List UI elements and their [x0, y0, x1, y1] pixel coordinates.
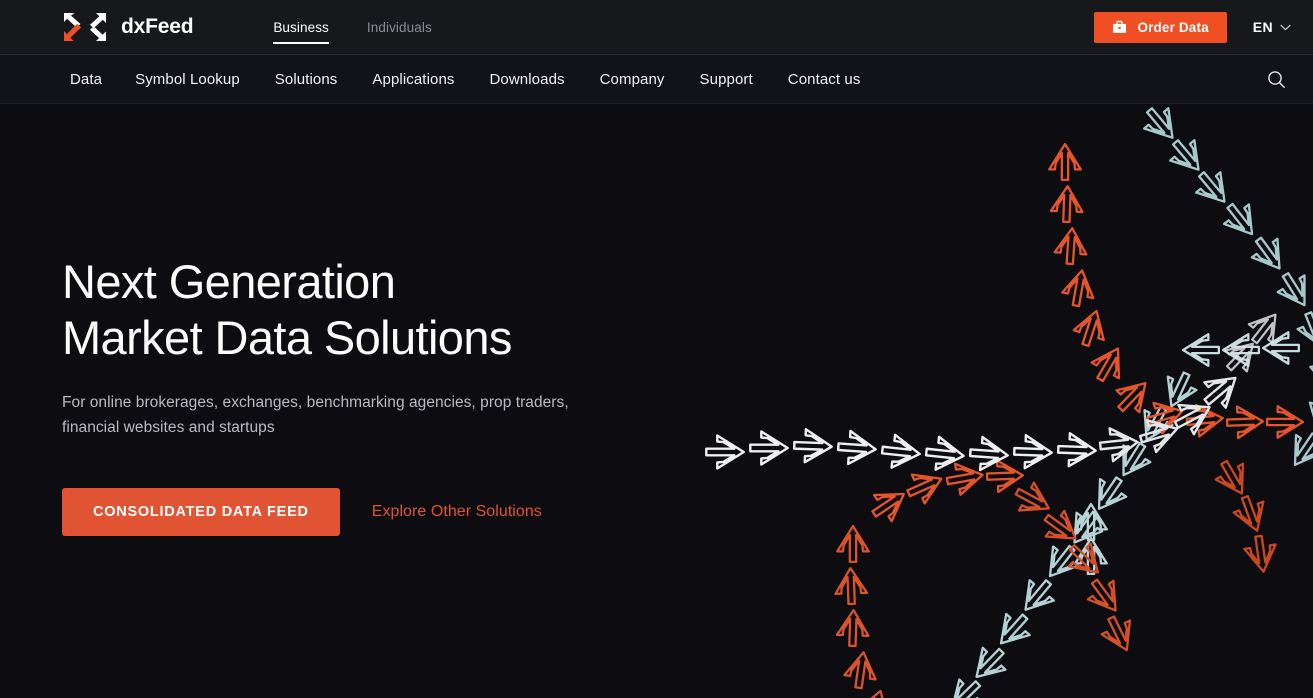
brand-name: dxFeed — [121, 15, 194, 38]
order-data-label: Order Data — [1137, 19, 1209, 35]
hero-actions: CONSOLIDATED DATA FEED Explore Other Sol… — [62, 488, 662, 537]
hero-title: Next Generation Market Data Solutions — [62, 254, 662, 366]
language-selector[interactable]: EN — [1253, 19, 1291, 35]
top-header-bar: dxFeed Business Individuals Order Data E… — [0, 0, 1313, 55]
main-navigation-bar: Data Symbol Lookup Solutions Application… — [0, 55, 1313, 104]
arrow-chain-graphic — [693, 104, 1313, 698]
nav-item-solutions[interactable]: Solutions — [275, 71, 373, 88]
nav-item-company[interactable]: Company — [600, 71, 700, 88]
explore-other-solutions-link[interactable]: Explore Other Solutions — [372, 503, 542, 521]
briefcase-icon — [1112, 20, 1127, 34]
hero-title-line-2: Market Data Solutions — [62, 310, 512, 364]
consolidated-data-feed-button[interactable]: CONSOLIDATED DATA FEED — [62, 488, 340, 537]
brand-logo-link[interactable]: dxFeed — [62, 11, 194, 43]
chevron-down-icon — [1280, 24, 1291, 31]
hero-section: Next Generation Market Data Solutions Fo… — [0, 104, 1313, 698]
hero-title-line-1: Next Generation — [62, 254, 396, 308]
top-header-right-group: Order Data EN — [1094, 11, 1291, 43]
nav-item-applications[interactable]: Applications — [372, 71, 489, 88]
search-button[interactable] — [1261, 64, 1291, 94]
language-code: EN — [1252, 19, 1273, 35]
nav-item-symbol-lookup[interactable]: Symbol Lookup — [135, 71, 275, 88]
hero-subtitle: For online brokerages, exchanges, benchm… — [62, 393, 569, 436]
search-icon — [1267, 70, 1286, 89]
audience-tab-individuals[interactable]: Individuals — [367, 0, 432, 54]
order-data-button[interactable]: Order Data — [1094, 11, 1227, 43]
nav-item-data[interactable]: Data — [62, 71, 135, 88]
audience-tabs: Business Individuals — [273, 0, 432, 54]
main-nav-list: Data Symbol Lookup Solutions Application… — [62, 71, 895, 88]
nav-item-support[interactable]: Support — [700, 71, 788, 88]
audience-tab-business[interactable]: Business — [273, 0, 329, 54]
dxfeed-arrows-logo-icon — [62, 11, 108, 43]
hero-copy-block: Next Generation Market Data Solutions Fo… — [62, 104, 662, 698]
nav-item-contact-us[interactable]: Contact us — [788, 71, 896, 88]
nav-item-downloads[interactable]: Downloads — [490, 71, 600, 88]
